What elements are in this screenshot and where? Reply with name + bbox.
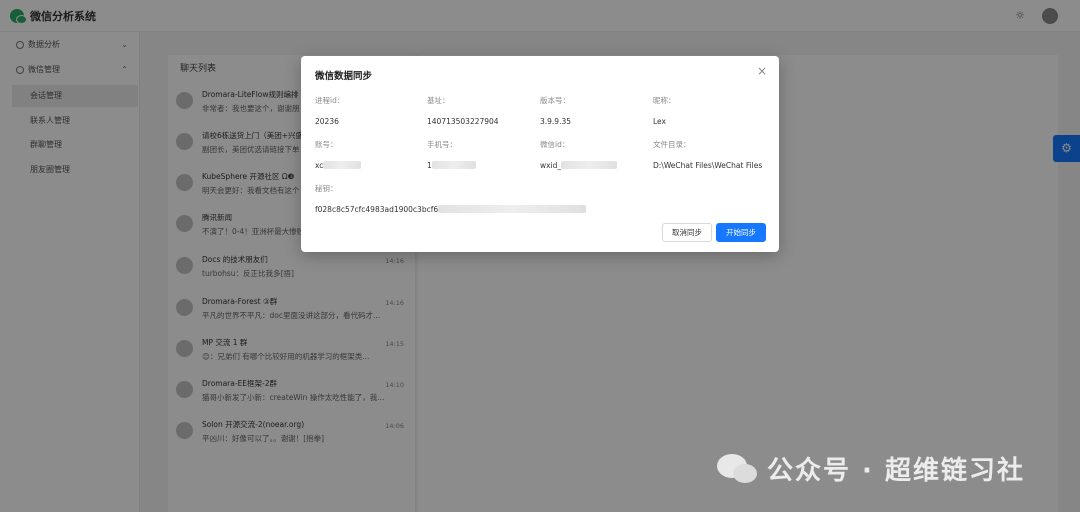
- field-value-nickname: Lex: [653, 117, 666, 126]
- field-value-key: f028c8c57cfc4983ad1900c3bcf6: [315, 205, 439, 214]
- field-value-file-dir: D:\WeChat Files\WeChat Files: [653, 161, 763, 170]
- wechat-logo-icon: [717, 452, 759, 486]
- redacted-blur: [438, 205, 587, 213]
- field-label-base-address: 基址：: [427, 96, 450, 105]
- field-value-account: xc: [315, 161, 324, 170]
- field-value-pid: 20236: [315, 117, 339, 126]
- field-value-phone-wrap: 1: [427, 161, 476, 170]
- field-label-nickname: 昵称：: [653, 96, 676, 105]
- start-sync-button[interactable]: 开始同步: [716, 223, 766, 242]
- redacted-blur: [561, 161, 618, 169]
- field-label-wxid: 微信id：: [540, 140, 570, 149]
- redacted-blur: [431, 161, 476, 169]
- watermark-text: 公众号 · 超维链习社: [767, 456, 1025, 486]
- field-value-wxid: wxid_: [540, 161, 562, 170]
- sync-dialog: 微信数据同步 × 进程id： 20236 基址： 140713503227904…: [301, 56, 779, 252]
- field-value-version: 3.9.9.35: [540, 117, 572, 126]
- field-value-key-wrap: f028c8c57cfc4983ad1900c3bcf6: [315, 205, 587, 214]
- field-value-base-address: 140713503227904: [427, 117, 499, 126]
- field-label-file-dir: 文件目录：: [653, 140, 691, 149]
- field-label-key: 秘钥：: [315, 184, 338, 193]
- redacted-blur: [323, 161, 362, 169]
- field-label-phone: 手机号：: [427, 140, 457, 149]
- field-label-account: 账号：: [315, 140, 338, 149]
- cancel-sync-button[interactable]: 取消同步: [662, 223, 712, 242]
- field-value-account-wrap: xc: [315, 161, 362, 170]
- field-label-pid: 进程id：: [315, 96, 345, 105]
- watermark: 公众号 · 超维链习社: [717, 450, 1025, 487]
- field-label-version: 版本号：: [540, 96, 570, 105]
- field-value-wxid-wrap: wxid_: [540, 161, 618, 170]
- close-icon[interactable]: ×: [755, 64, 769, 78]
- dialog-title: 微信数据同步: [315, 71, 373, 82]
